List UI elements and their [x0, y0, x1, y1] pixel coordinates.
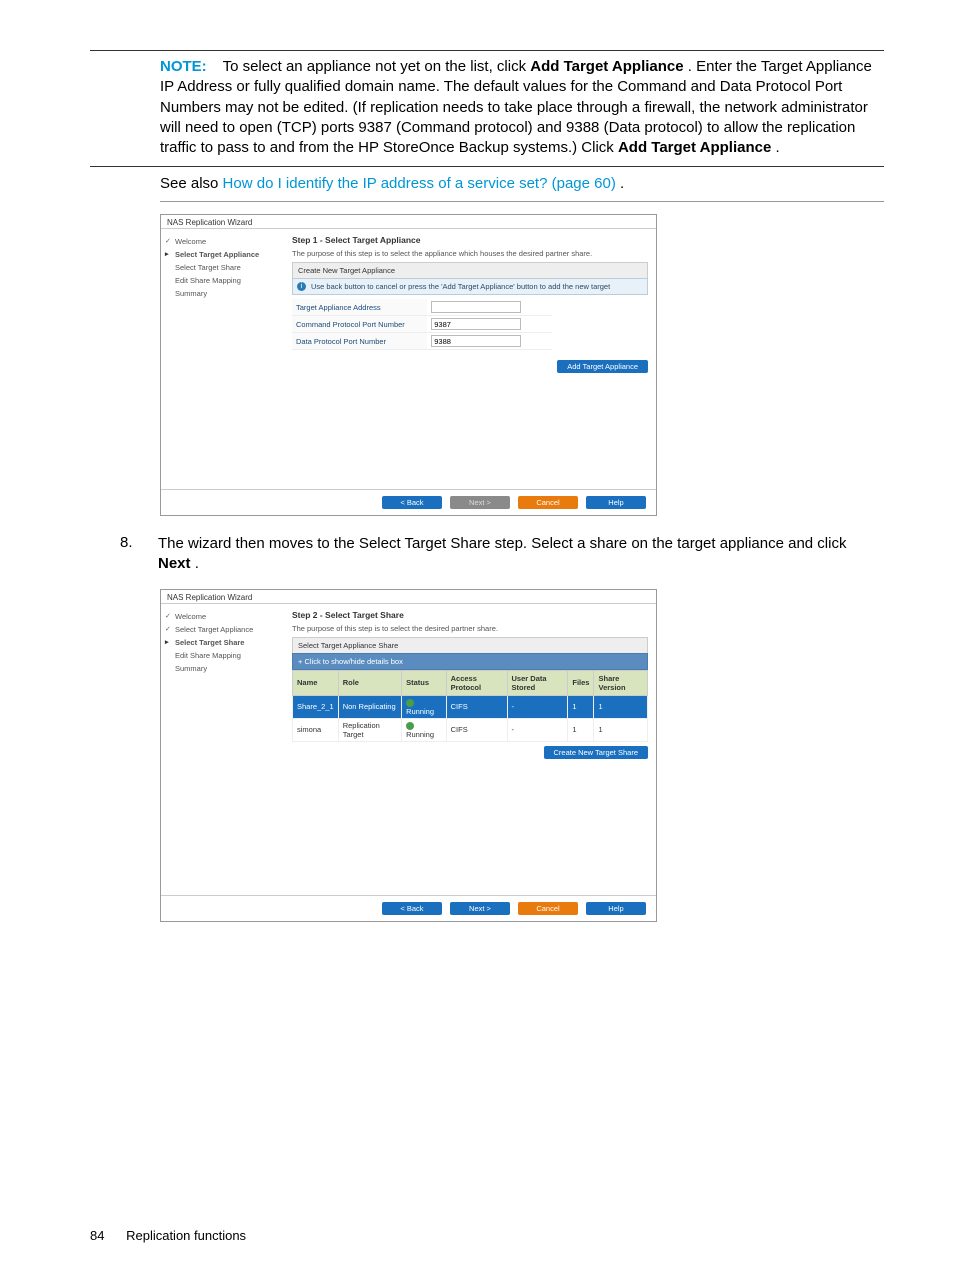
sidebar-item-welcome[interactable]: Welcome [165, 235, 280, 248]
note-text-1: To select an appliance not yet on the li… [223, 58, 531, 75]
create-new-target-share-button[interactable]: Create New Target Share [544, 746, 649, 759]
col-status[interactable]: Status [402, 670, 447, 695]
cell-role: Replication Target [338, 718, 401, 741]
add-target-appliance-button[interactable]: Add Target Appliance [557, 360, 648, 373]
col-protocol[interactable]: Access Protocol [446, 670, 507, 695]
see-also-prefix: See also [160, 175, 223, 192]
col-version[interactable]: Share Version [594, 670, 648, 695]
table-row[interactable]: Share_2_1 Non Replicating Running CIFS -… [293, 695, 648, 718]
status-dot-icon [406, 722, 414, 730]
details-toggle[interactable]: + Click to show/hide details box [292, 653, 648, 670]
sidebar-item-select-target-appliance[interactable]: Select Target Appliance [165, 248, 280, 261]
sidebar2-item-welcome[interactable]: Welcome [165, 610, 280, 623]
step-8-item: 8. The wizard then moves to the Select T… [120, 534, 884, 575]
cell-files: 1 [568, 695, 594, 718]
cell-status: Running [402, 718, 447, 741]
cell-stored: - [507, 718, 568, 741]
note-text-3: . [776, 139, 780, 156]
step-8-text-prefix: The wizard then moves to the Select Targ… [158, 535, 846, 552]
wizard2-next-button[interactable]: Next > [450, 902, 510, 915]
wizard2-panel-header: Select Target Appliance Share [292, 637, 648, 653]
wizard1-screenshot: NAS Replication Wizard Welcome Select Ta… [160, 214, 657, 516]
cell-files: 1 [568, 718, 594, 741]
cell-name: simona [293, 718, 339, 741]
cell-version: 1 [594, 718, 648, 741]
cell-status: Running [402, 695, 447, 718]
wizard1-form: Target Appliance Address Command Protoco… [292, 299, 648, 350]
wizard2-help-button[interactable]: Help [586, 902, 646, 915]
see-also-suffix: . [620, 175, 624, 192]
step-8-text-suffix: . [195, 555, 199, 572]
note-bold-1: Add Target Appliance [530, 58, 683, 75]
page-number: 84 [90, 1228, 104, 1243]
sidebar2-item-summary[interactable]: Summary [165, 662, 280, 675]
page-footer: 84 Replication functions [0, 1228, 954, 1243]
wizard2-back-button[interactable]: < Back [382, 902, 442, 915]
see-also-link[interactable]: How do I identify the IP address of a se… [223, 175, 616, 192]
wizard1-info-bar: i Use back button to cancel or press the… [292, 278, 648, 295]
wizard1-sidebar: Welcome Select Target Appliance Select T… [161, 229, 284, 489]
wizard1-info-text: Use back button to cancel or press the '… [311, 282, 610, 291]
target-appliance-address-input[interactable] [431, 301, 521, 313]
col-stored[interactable]: User Data Stored [507, 670, 568, 695]
share-table: Name Role Status Access Protocol User Da… [292, 670, 648, 742]
sidebar2-item-select-target-share[interactable]: Select Target Share [165, 636, 280, 649]
form-label-address: Target Appliance Address [292, 299, 427, 316]
info-icon: i [297, 282, 306, 291]
footer-section: Replication functions [126, 1228, 246, 1243]
wizard1-step-desc: The purpose of this step is to select th… [292, 249, 648, 258]
note-bottom-rule [90, 166, 884, 167]
wizard2-sidebar: Welcome Select Target Appliance Select T… [161, 604, 284, 895]
see-also-line: See also How do I identify the IP addres… [160, 173, 874, 195]
note-label: NOTE: [160, 58, 207, 75]
col-name[interactable]: Name [293, 670, 339, 695]
form-label-command-port: Command Protocol Port Number [292, 316, 427, 333]
note-top-rule [90, 50, 884, 51]
sidebar2-item-select-target-appliance[interactable]: Select Target Appliance [165, 623, 280, 636]
cell-stored: - [507, 695, 568, 718]
cell-protocol: CIFS [446, 718, 507, 741]
note-block: NOTE: To select an appliance not yet on … [160, 57, 874, 158]
wizard2-step-desc: The purpose of this step is to select th… [292, 624, 648, 633]
status-dot-icon [406, 699, 414, 707]
cell-name: Share_2_1 [293, 695, 339, 718]
col-role[interactable]: Role [338, 670, 401, 695]
wizard1-step-title: Step 1 - Select Target Appliance [292, 235, 648, 245]
sidebar-item-select-target-share[interactable]: Select Target Share [165, 261, 280, 274]
form-label-data-port: Data Protocol Port Number [292, 333, 427, 350]
wizard2-cancel-button[interactable]: Cancel [518, 902, 578, 915]
wizard1-back-button[interactable]: < Back [382, 496, 442, 509]
wizard1-cancel-button[interactable]: Cancel [518, 496, 578, 509]
sidebar2-item-edit-share-mapping[interactable]: Edit Share Mapping [165, 649, 280, 662]
col-files[interactable]: Files [568, 670, 594, 695]
cell-role: Non Replicating [338, 695, 401, 718]
wizard2-footer: < Back Next > Cancel Help [161, 895, 656, 921]
wizard2-screenshot: NAS Replication Wizard Welcome Select Ta… [160, 589, 657, 922]
sidebar-item-summary[interactable]: Summary [165, 287, 280, 300]
step-8-number: 8. [120, 534, 158, 575]
wizard2-window-title: NAS Replication Wizard [161, 590, 656, 604]
wizard1-panel-header: Create New Target Appliance [292, 262, 648, 278]
wizard2-step-title: Step 2 - Select Target Share [292, 610, 648, 620]
table-row[interactable]: simona Replication Target Running CIFS -… [293, 718, 648, 741]
data-port-input[interactable] [431, 335, 521, 347]
cell-version: 1 [594, 695, 648, 718]
wizard1-next-button[interactable]: Next > [450, 496, 510, 509]
see-also-rule [160, 201, 884, 202]
note-bold-2: Add Target Appliance [618, 139, 771, 156]
wizard1-help-button[interactable]: Help [586, 496, 646, 509]
wizard1-window-title: NAS Replication Wizard [161, 215, 656, 229]
command-port-input[interactable] [431, 318, 521, 330]
step-8-bold: Next [158, 555, 191, 572]
wizard1-footer: < Back Next > Cancel Help [161, 489, 656, 515]
cell-protocol: CIFS [446, 695, 507, 718]
sidebar-item-edit-share-mapping[interactable]: Edit Share Mapping [165, 274, 280, 287]
